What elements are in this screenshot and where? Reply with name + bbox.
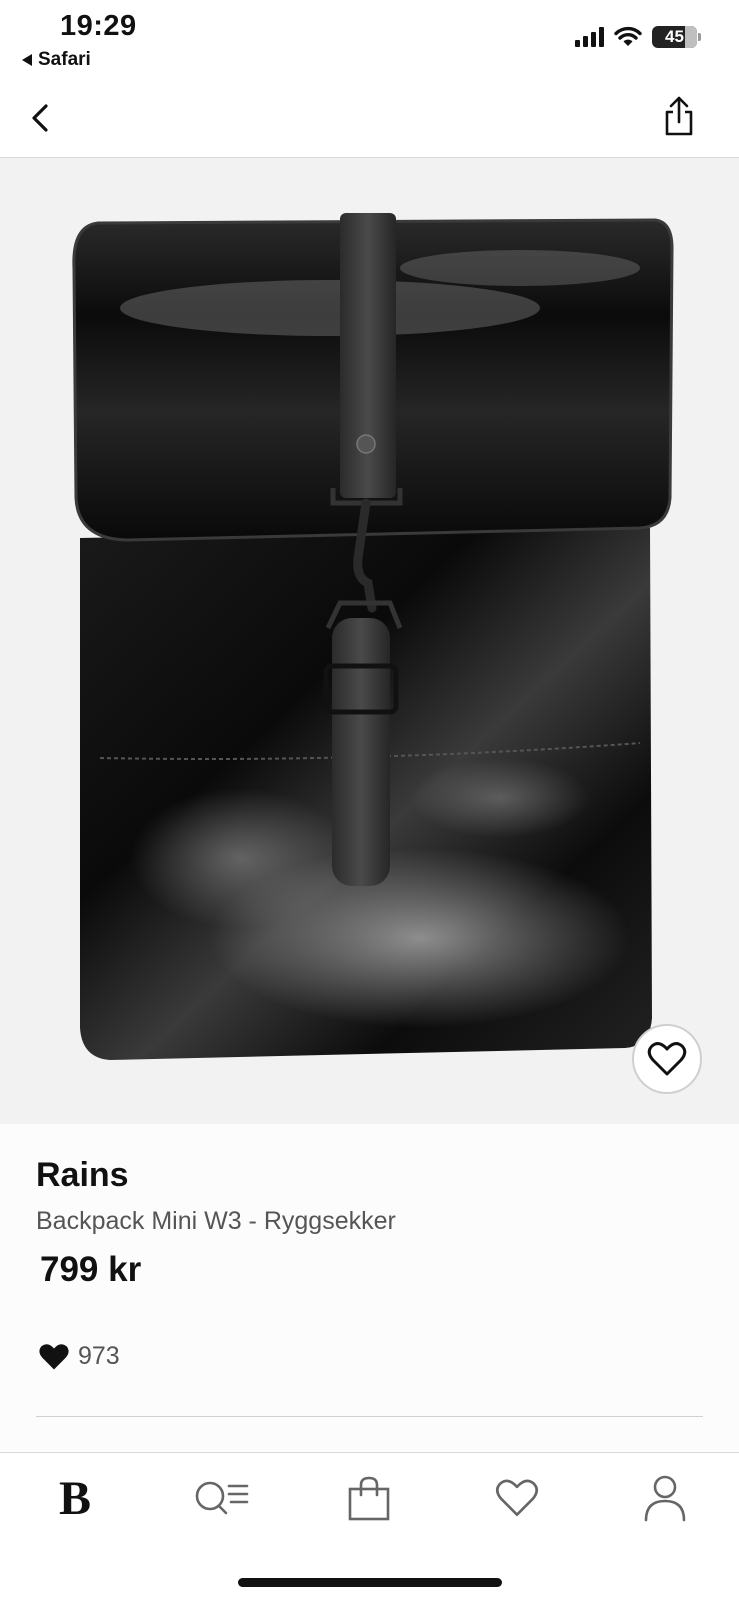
battery-level: 45 (665, 27, 684, 46)
status-bar: 19:29 Safari 45 (0, 0, 739, 80)
back-app-label: Safari (38, 49, 91, 70)
battery-icon: 45 (652, 26, 697, 48)
back-triangle-icon (22, 54, 32, 66)
likes-counter: 973 (38, 1342, 120, 1371)
status-time: 19:29 (60, 10, 137, 42)
product-name: Backpack Mini W3 - Ryggsekker (36, 1207, 396, 1235)
heart-filled-icon (39, 1343, 69, 1369)
tab-profile[interactable] (628, 1463, 702, 1533)
divider (36, 1416, 703, 1417)
tab-search[interactable] (184, 1463, 258, 1533)
share-icon (665, 96, 693, 136)
product-image (72, 213, 674, 1060)
chevron-left-icon (32, 104, 48, 132)
wifi-icon (614, 26, 642, 46)
back-button[interactable] (22, 98, 62, 138)
product-price: 799 kr (40, 1250, 142, 1289)
tab-shopping-bag[interactable] (332, 1463, 406, 1533)
tab-home[interactable]: B (38, 1463, 112, 1533)
home-indicator[interactable] (238, 1578, 502, 1587)
shopping-bag-icon (348, 1476, 390, 1521)
cellular-signal-icon (575, 27, 604, 47)
heart-icon (495, 1479, 539, 1516)
search-menu-icon (195, 1481, 249, 1515)
home-logo: B (58, 1471, 91, 1525)
product-brand[interactable]: Rains (36, 1156, 129, 1195)
product-info: Rains Backpack Mini W3 - Ryggsekker 799 … (0, 1124, 739, 1454)
profile-icon (644, 1475, 686, 1522)
favorite-button[interactable] (632, 1024, 702, 1094)
back-to-safari[interactable]: Safari (22, 49, 91, 71)
likes-count: 973 (78, 1342, 120, 1370)
tab-favorites[interactable] (480, 1463, 554, 1533)
share-button[interactable] (659, 94, 699, 138)
heart-outline-icon (647, 1042, 687, 1076)
navigation-bar (0, 80, 739, 158)
battery-indicator: 45 (652, 26, 701, 48)
status-icons: 45 (575, 26, 701, 48)
product-image-carousel[interactable] (0, 158, 739, 1124)
